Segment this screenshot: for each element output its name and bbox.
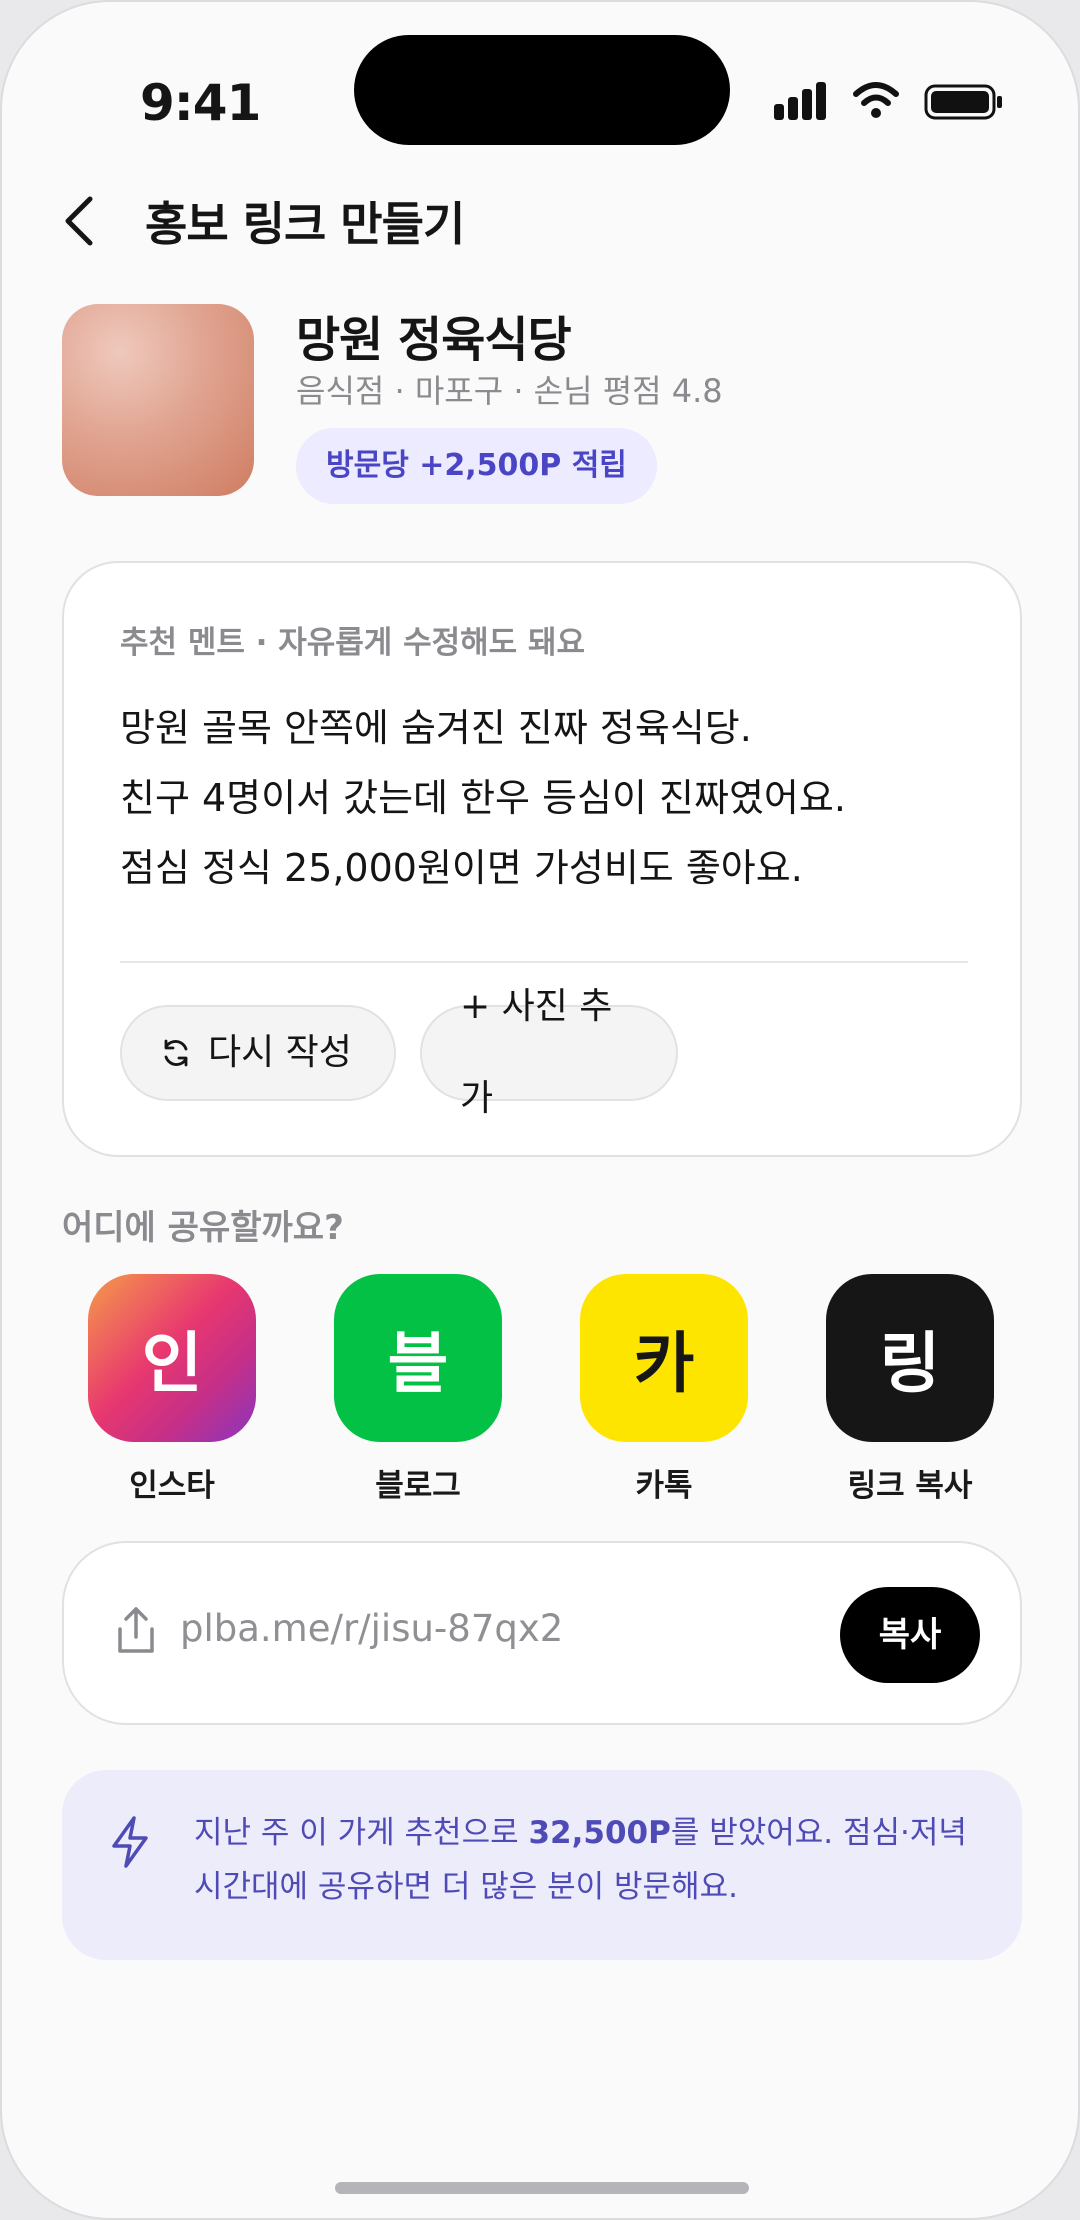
- share-kakaotalk[interactable]: 카 카톡: [580, 1274, 748, 1505]
- tip-prefix: 지난 주 이 가게 추천으로: [194, 1815, 529, 1851]
- copy-button[interactable]: 복사: [840, 1587, 980, 1683]
- share-icon[interactable]: [112, 1605, 160, 1657]
- share-label: 카톡: [635, 1468, 693, 1504]
- store-name: 망원 정육식당: [296, 312, 572, 368]
- rewrite-label: 다시 작성: [208, 1032, 352, 1073]
- recommendation-card: 추천 멘트 · 자유롭게 수정해도 돼요 망원 골목 안쪽에 숨겨진 진짜 정육…: [62, 561, 1022, 1157]
- back-chevron-icon[interactable]: [58, 195, 102, 247]
- share-link-bar: plba.me/r/jisu-87qx2 복사: [62, 1541, 1022, 1725]
- kakaotalk-icon: 카: [580, 1274, 748, 1442]
- share-section-title: 어디에 공유할까요?: [62, 1208, 344, 1248]
- reward-badge: 방문당 +2,500P 적립: [296, 428, 657, 504]
- tip-text: 지난 주 이 가게 추천으로 32,500P를 받았어요. 점심·저녁 시간대에…: [194, 1806, 994, 1914]
- share-copy-link[interactable]: 링 링크 복사: [826, 1274, 994, 1505]
- dynamic-island: [354, 35, 730, 145]
- store-meta: 음식점 · 마포구 · 손님 평점 4.8: [296, 372, 723, 410]
- store-thumbnail: [62, 304, 254, 496]
- blog-icon: 블: [334, 1274, 502, 1442]
- share-label: 링크 복사: [847, 1468, 973, 1504]
- link-icon: 링: [826, 1274, 994, 1442]
- recommendation-line: 점심 정식 25,000원이면 가성비도 좋아요.: [120, 846, 803, 890]
- page-title: 홍보 링크 만들기: [145, 197, 465, 251]
- recommendation-line: 망원 골목 안쪽에 숨겨진 진짜 정육식당.: [120, 706, 752, 750]
- tip-points: 32,500P: [528, 1815, 671, 1851]
- share-blog[interactable]: 블 블로그: [334, 1274, 502, 1505]
- recommendation-label: 추천 멘트 · 자유롭게 수정해도 돼요: [120, 625, 586, 661]
- add-photo-button[interactable]: + 사진 추가: [420, 986, 678, 1119]
- share-link-url[interactable]: plba.me/r/jisu-87qx2: [180, 1607, 563, 1650]
- tip-banner: 지난 주 이 가게 추천으로 32,500P를 받았어요. 점심·저녁 시간대에…: [62, 1770, 1022, 1960]
- wifi-icon: [853, 82, 899, 118]
- refresh-icon: [164, 1039, 188, 1067]
- rewrite-button[interactable]: 다시 작성: [120, 1005, 396, 1101]
- share-label: 인스타: [129, 1468, 215, 1504]
- share-instagram[interactable]: 인 인스타: [88, 1274, 256, 1505]
- instagram-icon: 인: [88, 1274, 256, 1442]
- cellular-signal-icon: [774, 80, 828, 120]
- lightning-icon: [112, 1816, 148, 1868]
- share-label: 블로그: [375, 1468, 461, 1504]
- home-indicator: [335, 2182, 749, 2194]
- battery-icon: [924, 84, 1002, 120]
- recommendation-line: 친구 4명이서 갔는데 한우 등심이 진짜였어요.: [120, 776, 846, 820]
- add-photo-label: + 사진 추가: [460, 986, 613, 1119]
- phone-screen: 9:41 홍보 링크 만들기 망원 정육식당 음식점 · 마포구 · 손님 평점…: [0, 0, 1080, 2220]
- status-time: 9:41: [140, 74, 261, 132]
- recommendation-text[interactable]: 망원 골목 안쪽에 숨겨진 진짜 정육식당. 친구 4명이서 갔는데 한우 등심…: [120, 693, 980, 903]
